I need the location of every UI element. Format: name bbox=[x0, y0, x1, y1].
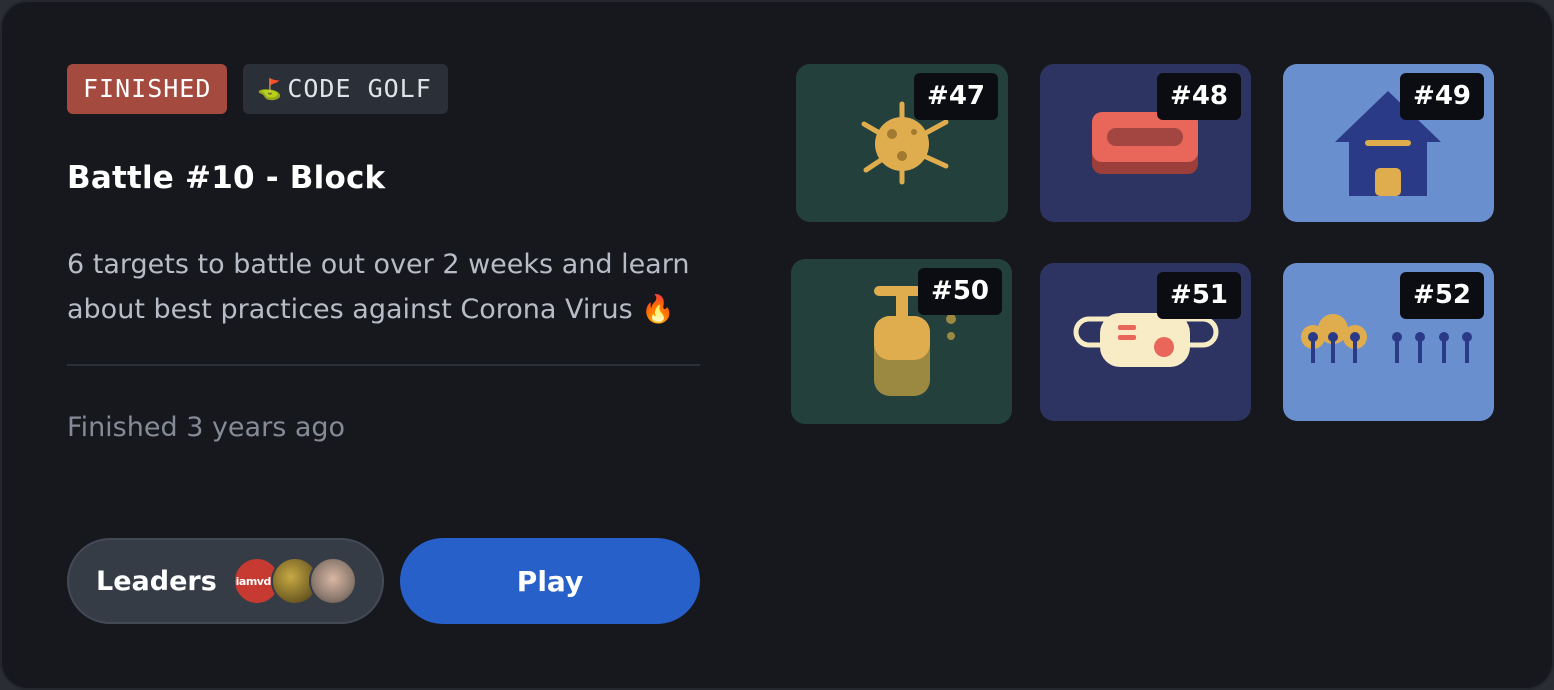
leader-avatar-3 bbox=[308, 557, 357, 605]
target-number: #48 bbox=[1157, 73, 1241, 120]
target-number: #51 bbox=[1157, 272, 1241, 319]
target-number: #52 bbox=[1400, 272, 1484, 319]
battle-description: 6 targets to battle out over 2 weeks and… bbox=[67, 249, 690, 325]
battle-title: Battle #10 - Block bbox=[67, 160, 386, 196]
badge-row: FINISHED ⛳ CODE GOLF bbox=[67, 64, 700, 114]
mode-badge: ⛳ CODE GOLF bbox=[243, 64, 448, 114]
target-number: #50 bbox=[918, 268, 1002, 315]
target-tile-51[interactable]: #51 bbox=[1040, 263, 1251, 421]
target-tile-52[interactable]: #52 bbox=[1283, 263, 1494, 421]
target-number: #49 bbox=[1400, 73, 1484, 120]
finished-status: Finished 3 years ago bbox=[67, 412, 346, 443]
divider bbox=[67, 364, 700, 366]
target-tile-47[interactable]: #47 bbox=[796, 64, 1008, 222]
status-badge: FINISHED bbox=[67, 64, 228, 114]
leaders-label: Leaders bbox=[96, 565, 217, 597]
leader-avatars: iamvdo bbox=[232, 557, 357, 605]
battle-info: FINISHED ⛳ CODE GOLF Battle #10 - Block 6… bbox=[67, 64, 700, 443]
target-tile-49[interactable]: #49 bbox=[1283, 64, 1494, 222]
leaders-button[interactable]: Leaders iamvdo bbox=[67, 538, 384, 624]
target-number: #47 bbox=[914, 73, 998, 120]
target-tile-48[interactable]: #48 bbox=[1040, 64, 1251, 222]
golf-flag-icon: ⛳ bbox=[257, 77, 284, 101]
action-row: Leaders iamvdo Play bbox=[67, 538, 700, 624]
target-tile-50[interactable]: #50 bbox=[791, 259, 1012, 424]
mode-badge-label: CODE GOLF bbox=[287, 74, 432, 103]
battle-card: FINISHED ⛳ CODE GOLF Battle #10 - Block 6… bbox=[0, 0, 1554, 690]
play-button[interactable]: Play bbox=[400, 538, 700, 624]
